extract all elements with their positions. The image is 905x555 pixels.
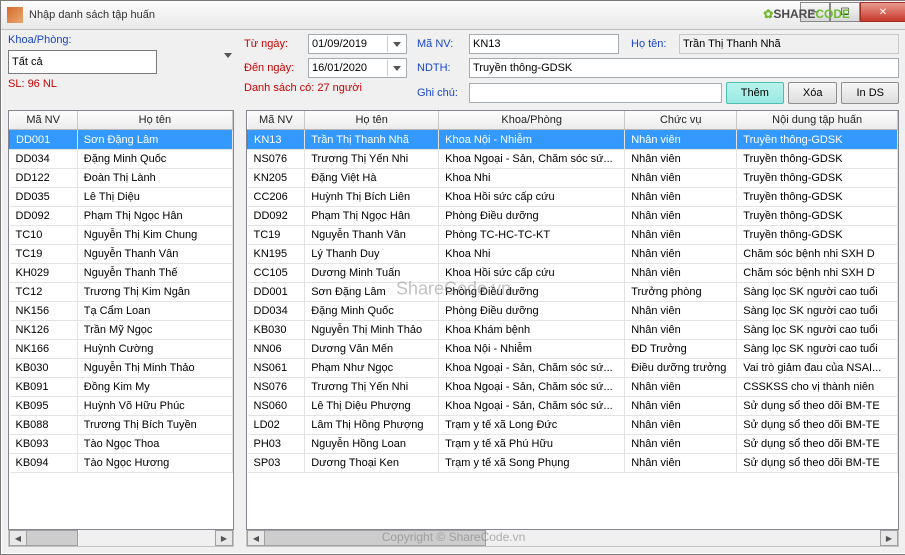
table-row[interactable]: CC105Dương Minh TuấnKhoa Hồi sức cấp cứu… xyxy=(248,264,898,283)
form-panel: Mã NV: Họ tên: NDTH: Ghi chú: Thêm Xóa I… xyxy=(417,34,899,108)
from-date-input[interactable] xyxy=(309,38,387,50)
table-row[interactable]: KB091Đồng Kim My xyxy=(10,378,233,397)
table-row[interactable]: TC19Nguyễn Thanh VânPhòng TC-HC-TC-KTNhâ… xyxy=(248,226,898,245)
table-row[interactable]: LD02Lâm Thị Hồng PhượngTrạm y tế xã Long… xyxy=(248,416,898,435)
inds-button[interactable]: In DS xyxy=(841,82,899,104)
calendar-icon[interactable] xyxy=(387,60,406,76)
table-row[interactable]: KN13Trần Thị Thanh NhãKhoa Nội - NhiễmNh… xyxy=(248,130,898,150)
table-row[interactable]: NK126Trần Mỹ Ngọc xyxy=(10,321,233,340)
table-row[interactable]: DD034Đặng Minh QuốcPhòng Điều dưỡngNhân … xyxy=(248,302,898,321)
table-row[interactable]: KB093Tào Ngọc Thoa xyxy=(10,435,233,454)
to-date-input[interactable] xyxy=(309,62,387,74)
from-date-label: Từ ngày: xyxy=(244,38,304,50)
xoa-button[interactable]: Xóa xyxy=(788,82,838,104)
table-row[interactable]: DD035Lê Thị Diệu xyxy=(10,188,233,207)
titlebar[interactable]: Nhập danh sách tập huấn ✿SHARECODE ─ ☐ ✕ xyxy=(1,1,905,30)
ghichu-input[interactable] xyxy=(469,83,722,103)
table-row[interactable]: NS060Lê Thị Diệu PhượngKhoa Ngoại - Sản,… xyxy=(248,397,898,416)
sl-label: SL: 96 NL xyxy=(8,78,57,90)
hoten-label: Họ tên: xyxy=(631,38,675,50)
table-row[interactable]: KB088Trương Thị Bích Tuyền xyxy=(10,416,233,435)
scroll-thumb[interactable] xyxy=(264,530,486,546)
training-grid-wrap: Mã NVHọ tênKhoa/PhòngChức vụNội dung tập… xyxy=(246,110,899,547)
calendar-icon[interactable] xyxy=(387,36,406,52)
to-date-picker[interactable] xyxy=(308,58,407,78)
col-header[interactable]: Chức vụ xyxy=(625,111,737,130)
table-row[interactable]: DD092Phạm Thị Ngọc HânPhòng Điều dưỡngNh… xyxy=(248,207,898,226)
training-hscroll[interactable]: ◀ ▶ xyxy=(246,530,899,547)
staff-hscroll[interactable]: ◀ ▶ xyxy=(8,530,234,547)
date-panel: Từ ngày: Đến ngày: Danh sách có: 27 ngườ… xyxy=(244,34,407,108)
table-row[interactable]: DD034Đặng Minh Quốc xyxy=(10,150,233,169)
scroll-left-icon[interactable]: ◀ xyxy=(247,530,265,546)
table-row[interactable]: KB095Huỳnh Võ Hữu Phúc xyxy=(10,397,233,416)
table-row[interactable]: NN06Dương Văn MếnKhoa Nội - NhiễmĐD Trưở… xyxy=(248,340,898,359)
table-row[interactable]: SP03Dương Thoại KenTrạm y tế xã Song Phụ… xyxy=(248,454,898,473)
window-buttons: ─ ☐ ✕ xyxy=(800,8,905,22)
table-row[interactable]: KB094Tào Ngọc Hương xyxy=(10,454,233,473)
ghichu-label: Ghi chú: xyxy=(417,87,465,99)
table-row[interactable]: KN195Lý Thanh DuyKhoa NhiNhân viênChăm s… xyxy=(248,245,898,264)
list-count-label: Danh sách có: 27 người xyxy=(244,82,362,94)
scroll-right-icon[interactable]: ▶ xyxy=(215,530,233,546)
khoa-phong-label: Khoa/Phòng: xyxy=(8,34,72,46)
col-header[interactable]: Họ tên xyxy=(77,111,232,130)
ndth-label: NDTH: xyxy=(417,62,465,74)
table-row[interactable]: TC12Trương Thị Kim Ngân xyxy=(10,283,233,302)
col-header[interactable]: Họ tên xyxy=(305,111,439,130)
window-title: Nhập danh sách tập huấn xyxy=(29,9,800,21)
them-button[interactable]: Thêm xyxy=(726,82,784,104)
table-row[interactable]: NS076Trương Thị Yến NhiKhoa Ngoại - Sản,… xyxy=(248,150,898,169)
left-filter: Khoa/Phòng: SL: 96 NL xyxy=(8,34,234,108)
col-header[interactable]: Khoa/Phòng xyxy=(439,111,625,130)
col-header[interactable]: Mã NV xyxy=(10,111,78,130)
table-row[interactable]: DD092Phạm Thị Ngọc Hân xyxy=(10,207,233,226)
hoten-input xyxy=(679,34,899,54)
table-row[interactable]: TC10Nguyễn Thị Kim Chung xyxy=(10,226,233,245)
staff-grid-wrap: Mã NVHọ tênDD001Sơn Đặng LâmDD034Đặng Mi… xyxy=(8,110,234,547)
app-window: Nhập danh sách tập huấn ✿SHARECODE ─ ☐ ✕… xyxy=(0,0,905,555)
table-row[interactable]: NK156Tạ Cẩm Loan xyxy=(10,302,233,321)
staff-grid[interactable]: Mã NVHọ tênDD001Sơn Đặng LâmDD034Đặng Mi… xyxy=(8,110,234,530)
col-header[interactable]: Mã NV xyxy=(248,111,305,130)
dropdown-arrow-icon xyxy=(224,53,232,58)
table-row[interactable]: KN205Đặng Việt HàKhoa NhiNhân viênTruyền… xyxy=(248,169,898,188)
maximize-button[interactable]: ☐ xyxy=(830,2,860,22)
manv-input[interactable] xyxy=(469,34,619,54)
grids-area: Mã NVHọ tênDD001Sơn Đặng LâmDD034Đặng Mi… xyxy=(2,110,905,553)
scroll-left-icon[interactable]: ◀ xyxy=(9,530,27,546)
filter-panel: Khoa/Phòng: SL: 96 NL Từ ngày: Đến ngày: xyxy=(2,30,905,110)
table-row[interactable]: DD001Sơn Đặng LâmPhòng Điều dưỡngTrưởng … xyxy=(248,283,898,302)
content-area: Khoa/Phòng: SL: 96 NL Từ ngày: Đến ngày: xyxy=(2,30,905,553)
table-row[interactable]: TC19Nguyễn Thanh Vân xyxy=(10,245,233,264)
table-row[interactable]: DD122Đoàn Thị Lành xyxy=(10,169,233,188)
manv-label: Mã NV: xyxy=(417,38,465,50)
close-button[interactable]: ✕ xyxy=(860,2,905,22)
table-row[interactable]: NS061Phạm Như NgọcKhoa Ngoại - Sản, Chăm… xyxy=(248,359,898,378)
khoa-phong-select[interactable] xyxy=(8,50,157,74)
table-row[interactable]: DD001Sơn Đặng Lâm xyxy=(10,130,233,150)
col-header[interactable]: Nội dung tập huấn xyxy=(737,111,898,130)
table-row[interactable]: NK166Huỳnh Cường xyxy=(10,340,233,359)
khoa-phong-select-wrap xyxy=(8,50,234,74)
scroll-right-icon[interactable]: ▶ xyxy=(880,530,898,546)
table-row[interactable]: KH029Nguyễn Thanh Thế xyxy=(10,264,233,283)
from-date-picker[interactable] xyxy=(308,34,407,54)
training-grid[interactable]: Mã NVHọ tênKhoa/PhòngChức vụNội dung tập… xyxy=(246,110,899,530)
table-row[interactable]: KB030Nguyễn Thị Minh ThảoKhoa Khám bệnhN… xyxy=(248,321,898,340)
ndth-input[interactable] xyxy=(469,58,899,78)
app-icon xyxy=(7,7,23,23)
table-row[interactable]: PH03Nguyễn Hồng LoanTrạm y tế xã Phú Hữu… xyxy=(248,435,898,454)
scroll-thumb[interactable] xyxy=(26,530,78,546)
table-row[interactable]: CC206Huỳnh Thị Bích LiênKhoa Hồi sức cấp… xyxy=(248,188,898,207)
table-row[interactable]: KB030Nguyễn Thị Minh Thảo xyxy=(10,359,233,378)
minimize-button[interactable]: ─ xyxy=(800,2,830,22)
table-row[interactable]: NS076Trương Thị Yến NhiKhoa Ngoại - Sản,… xyxy=(248,378,898,397)
to-date-label: Đến ngày: xyxy=(244,62,304,74)
